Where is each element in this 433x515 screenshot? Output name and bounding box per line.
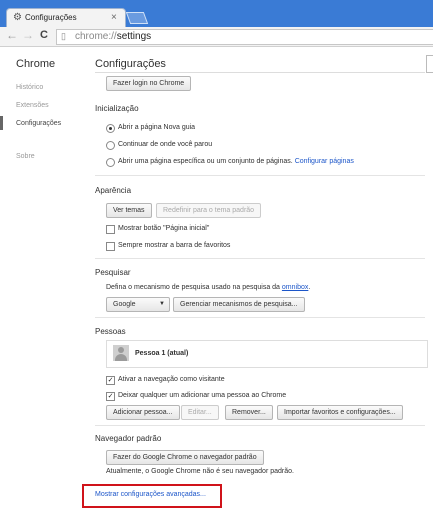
startup-heading: Inicialização xyxy=(95,104,139,113)
sidebar-item-extensions[interactable]: Extensões xyxy=(16,102,49,109)
make-default-button[interactable]: Fazer do Google Chrome o navegador padrã… xyxy=(106,450,264,465)
gear-icon: ⚙ xyxy=(13,12,22,23)
add-anyone-checkbox[interactable]: ✓ xyxy=(106,392,115,401)
show-home-checkbox[interactable] xyxy=(106,225,115,234)
default-browser-status: Atualmente, o Google Chrome não é seu na… xyxy=(106,468,294,475)
sidebar-active-indicator xyxy=(0,116,3,130)
avatar-head xyxy=(118,347,124,353)
profile-list[interactable]: Pessoa 1 (atual) xyxy=(106,340,428,368)
remove-person-button[interactable]: Remover... xyxy=(225,405,273,420)
startup-radio-continue[interactable] xyxy=(106,141,115,150)
back-arrow-icon[interactable]: ← xyxy=(6,28,18,42)
search-heading: Pesquisar xyxy=(95,268,131,277)
avatar-body xyxy=(115,354,127,361)
divider xyxy=(95,258,425,259)
sidebar-item-about[interactable]: Sobre xyxy=(16,153,35,160)
reset-theme-button[interactable]: Redefinir para o tema padrão xyxy=(156,203,262,218)
new-tab-button[interactable] xyxy=(125,12,149,24)
sidebar-item-history[interactable]: Histórico xyxy=(16,84,43,91)
startup-radio-specific[interactable] xyxy=(106,158,115,167)
sidebar-item-settings[interactable]: Configurações xyxy=(16,120,61,127)
title-divider xyxy=(95,72,425,73)
manage-search-engines-button[interactable]: Gerenciar mecanismos de pesquisa... xyxy=(173,297,305,312)
tab-settings[interactable]: ⚙ Configurações × xyxy=(6,8,126,28)
import-bookmarks-button[interactable]: Importar favoritos e configurações... xyxy=(277,405,403,420)
sidebar-title: Chrome xyxy=(16,58,56,70)
people-heading: Pessoas xyxy=(95,327,126,336)
signin-button[interactable]: Fazer login no Chrome xyxy=(106,76,192,91)
reload-icon[interactable]: C xyxy=(40,29,48,41)
forward-arrow-icon[interactable]: → xyxy=(22,28,34,42)
omnibox-link[interactable]: omnibox xyxy=(282,284,308,291)
profile-name: Pessoa 1 (atual) xyxy=(135,350,189,357)
tab-title: Configurações xyxy=(25,13,77,22)
search-settings-field[interactable] xyxy=(426,55,433,73)
divider xyxy=(95,425,425,426)
appearance-heading: Aparência xyxy=(95,186,132,195)
advanced-settings-highlight[interactable]: Mostrar configurações avançadas... xyxy=(82,484,222,508)
divider xyxy=(95,317,425,318)
dropdown-arrow-icon: ▼ xyxy=(159,301,165,307)
configure-pages-link[interactable]: Configurar páginas xyxy=(295,158,354,165)
divider xyxy=(95,175,425,176)
page-icon: ▯ xyxy=(61,31,66,41)
add-person-button[interactable]: Adicionar pessoa... xyxy=(106,405,180,420)
address-bar[interactable]: ▯ chrome://settings xyxy=(56,29,433,45)
themes-button[interactable]: Ver temas xyxy=(106,203,152,218)
search-engine-select[interactable]: Google ▼ xyxy=(106,297,170,312)
advanced-settings-link[interactable]: Mostrar configurações avançadas... xyxy=(95,491,206,498)
default-browser-heading: Navegador padrão xyxy=(95,434,162,443)
close-icon[interactable]: × xyxy=(111,12,117,23)
avatar xyxy=(113,345,129,361)
toolbar: ← → C ▯ chrome://settings xyxy=(0,27,433,47)
url-text: chrome://settings xyxy=(75,31,152,42)
startup-radio-newtab[interactable] xyxy=(106,124,115,133)
edit-person-button[interactable]: Editar... xyxy=(181,405,219,420)
search-description: Defina o mecanismo de pesquisa usado na … xyxy=(106,284,311,291)
guest-checkbox[interactable]: ✓ xyxy=(106,376,115,385)
show-bookmarks-checkbox[interactable] xyxy=(106,242,115,251)
page-title: Configurações xyxy=(95,58,166,70)
